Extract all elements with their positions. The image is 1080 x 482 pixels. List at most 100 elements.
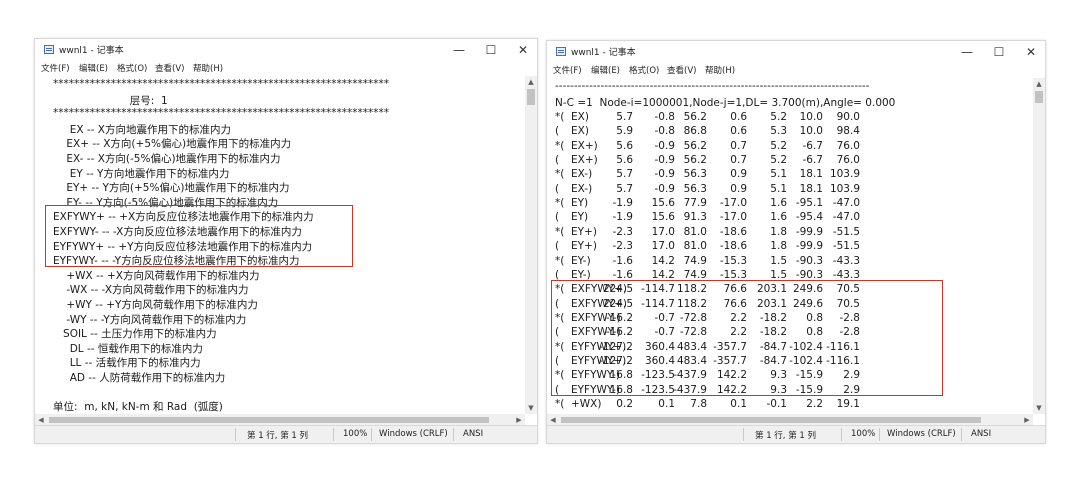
- horizontal-scroll-thumb[interactable]: [49, 417, 489, 423]
- row-prefix: *(: [555, 311, 565, 324]
- load-case-label: EY-): [571, 268, 591, 281]
- force-value: -95.1: [795, 197, 823, 210]
- vertical-scrollbar[interactable]: ▲ ▼: [525, 76, 537, 414]
- scroll-up-icon[interactable]: ▲: [1033, 78, 1045, 90]
- text-line: EXFYWY- -- -X方向反应位移法地震作用下的标准内力: [43, 226, 302, 238]
- menu-help[interactable]: 帮助(H): [705, 64, 735, 76]
- text-line: EX+ -- X方向(+5%偏心)地震作用下的标准内力: [43, 138, 292, 151]
- maximize-button[interactable]: ☐: [983, 42, 1015, 62]
- menu-view[interactable]: 查看(V): [667, 64, 696, 76]
- force-value: 70.5: [836, 283, 860, 296]
- force-value: -17.0: [719, 197, 747, 210]
- menu-view[interactable]: 查看(V): [155, 62, 184, 74]
- text-editor-area[interactable]: ****************************************…: [35, 76, 527, 414]
- force-value: -114.7: [641, 283, 675, 296]
- text-line: DL -- 恒载作用下的标准内力: [43, 342, 203, 355]
- menu-file[interactable]: 文件(F): [41, 62, 70, 74]
- text-line: -WY -- -Y方向风荷载作用下的标准内力: [43, 313, 247, 326]
- force-value: 18.1: [799, 168, 823, 181]
- force-value: 0.7: [730, 154, 747, 167]
- text-line: +WY -- +Y方向风荷载作用下的标准内力: [43, 299, 258, 311]
- force-value: 0.1: [730, 398, 747, 410]
- zoom-level: 100%: [343, 429, 368, 439]
- scroll-thumb[interactable]: [1035, 91, 1043, 103]
- force-value: 249.6: [792, 297, 823, 310]
- force-value: -1.6: [612, 254, 634, 267]
- force-value: 74.9: [683, 254, 707, 267]
- window-title: wwnl1 - 记事本: [571, 48, 636, 58]
- text-editor-area[interactable]: ----------------------------------------…: [547, 78, 1035, 414]
- force-value: 2.2: [730, 311, 747, 324]
- force-value: -17.0: [719, 211, 747, 224]
- force-value: -116.1: [826, 354, 860, 367]
- force-value: -43.3: [832, 268, 860, 281]
- menu-format[interactable]: 格式(O): [117, 62, 147, 74]
- force-value: 0.8: [806, 326, 823, 339]
- horizontal-scroll-thumb[interactable]: [561, 417, 981, 423]
- text-line: LL -- 活载作用下的标准内力: [43, 357, 201, 370]
- force-value: -0.9: [654, 182, 676, 195]
- force-value: 360.4: [644, 354, 675, 367]
- text-line: 层号: 1: [43, 94, 168, 107]
- line-ending: Windows (CRLF): [887, 429, 956, 439]
- menu-file[interactable]: 文件(F): [553, 64, 582, 76]
- scroll-down-icon[interactable]: ▼: [1033, 402, 1045, 414]
- force-value: 86.8: [683, 125, 707, 138]
- row-prefix: (: [555, 211, 560, 224]
- close-button[interactable]: ✕: [1015, 42, 1045, 62]
- encoding: ANSI: [971, 429, 992, 439]
- scroll-thumb[interactable]: [527, 89, 535, 105]
- menu-format[interactable]: 格式(O): [629, 64, 659, 76]
- force-value: 16.8: [609, 383, 633, 396]
- force-value: 103.9: [829, 168, 860, 181]
- notepad-window-left: wwnl1 - 记事本 — ☐ ✕ 文件(F) 编辑(E) 格式(O) 查看(V…: [34, 38, 538, 444]
- minimize-button[interactable]: —: [951, 42, 983, 62]
- force-value: -114.7: [641, 297, 675, 310]
- text-line: EX- -- X方向(-5%偏心)地震作用下的标准内力: [43, 153, 281, 165]
- menu-edit[interactable]: 编辑(E): [591, 64, 620, 76]
- scroll-down-icon[interactable]: ▼: [525, 402, 537, 414]
- force-value: -15.3: [719, 268, 747, 281]
- text-line: EY -- Y方向地震作用下的标准内力: [43, 167, 230, 180]
- vertical-scrollbar[interactable]: ▲ ▼: [1033, 78, 1045, 414]
- force-value: -127.2: [599, 340, 633, 353]
- force-value: -2.3: [612, 225, 634, 238]
- force-value: -95.4: [795, 211, 823, 224]
- row-prefix: *(: [555, 139, 565, 152]
- row-prefix: *(: [555, 283, 565, 296]
- force-value: -357.7: [713, 354, 747, 367]
- close-button[interactable]: ✕: [507, 40, 537, 60]
- maximize-button[interactable]: ☐: [475, 40, 507, 60]
- force-value: 56.2: [683, 154, 707, 167]
- force-value: 15.6: [651, 197, 675, 210]
- title-bar[interactable]: wwnl1 - 记事本 — ☐ ✕: [547, 41, 1045, 63]
- notepad-app-icon: [44, 45, 54, 54]
- force-value: 5.9: [616, 125, 633, 138]
- title-bar[interactable]: wwnl1 - 记事本 — ☐ ✕: [35, 39, 537, 61]
- menu-help[interactable]: 帮助(H): [193, 62, 223, 74]
- load-case-label: EX+): [571, 139, 598, 152]
- force-value: 7.8: [690, 398, 707, 410]
- force-value: 14.2: [651, 268, 675, 281]
- force-value: -123.5: [641, 383, 675, 396]
- scroll-up-icon[interactable]: ▲: [525, 76, 537, 88]
- force-value: 5.6: [616, 139, 633, 152]
- force-value: 5.3: [770, 125, 787, 138]
- row-prefix: (: [555, 154, 560, 167]
- force-value: -18.2: [759, 326, 787, 339]
- force-value: -0.8: [654, 125, 676, 138]
- force-value: -18.6: [719, 240, 747, 253]
- force-value: 90.0: [836, 111, 860, 123]
- force-value: -127.2: [599, 354, 633, 367]
- force-value: -15.3: [719, 254, 747, 267]
- force-value: 1.5: [770, 268, 787, 281]
- menu-bar: 文件(F) 编辑(E) 格式(O) 查看(V) 帮助(H): [35, 61, 537, 76]
- force-value: 1.6: [770, 197, 787, 210]
- force-value: -72.8: [679, 311, 707, 324]
- force-value: -0.7: [654, 311, 676, 324]
- minimize-button[interactable]: —: [443, 40, 475, 60]
- force-value: 74.9: [683, 268, 707, 281]
- menu-edit[interactable]: 编辑(E): [79, 62, 108, 74]
- load-case-label: EX-): [571, 182, 593, 195]
- zoom-level: 100%: [851, 429, 876, 439]
